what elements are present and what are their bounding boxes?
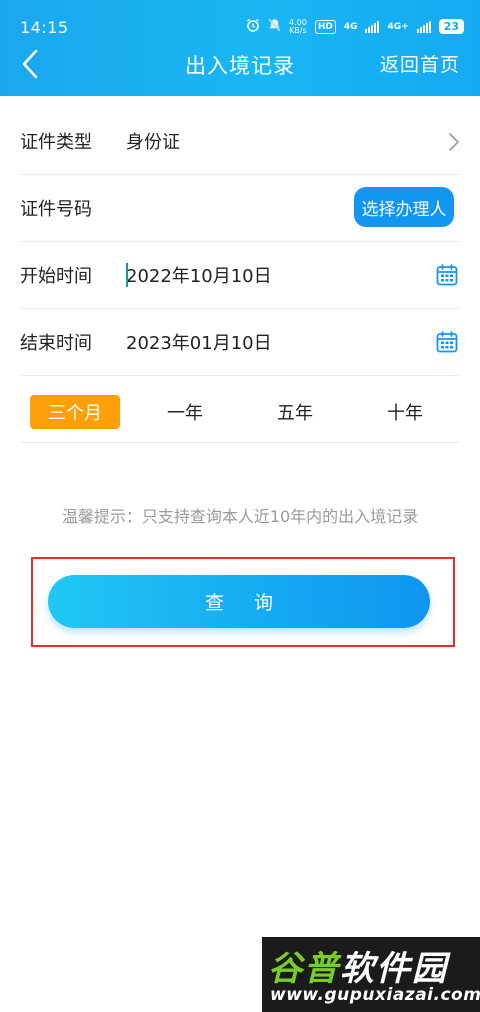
period-5-years-button[interactable]: 五年 [250,395,340,429]
calendar-icon[interactable] [436,331,458,353]
watermark-brand-part1: 谷普 [268,949,340,989]
doc-type-label: 证件类型 [20,132,92,153]
start-time-row[interactable]: 开始时间 2022年10月10日 [20,242,460,309]
watermark-url: www.gupuxiazai.com [270,985,480,1005]
watermark-brand: 谷普软件园 [268,941,448,990]
hd-badge: HD [314,19,336,34]
start-time-label: 开始时间 [20,266,92,287]
end-time-row[interactable]: 结束时间 2023年01月10日 [20,309,460,376]
end-time-value[interactable]: 2023年01月10日 [126,329,460,355]
period-10-years-button[interactable]: 十年 [360,395,450,429]
query-button[interactable]: 查 询 [48,575,430,628]
app-header: 14:15 4.00 KB/s HD 4G 4G+ 23 出入境记录 返回首页 [0,0,480,96]
network-label-1: 4G [343,21,358,32]
battery-indicator: 23 [438,19,464,34]
text-cursor [126,262,128,287]
net-speed-unit: KB/s [289,25,307,35]
doc-type-row[interactable]: 证件类型 身份证 [20,108,460,175]
tip-text: 温馨提示：只支持查询本人近10年内的出入境记录 [61,507,419,526]
watermark-brand-part2: 软件园 [340,949,448,989]
watermark-logo: 谷普软件园 www.gupuxiazai.com [262,937,480,1012]
signal-icon-2 [416,20,431,33]
network-label-2: 4G+ [387,21,409,32]
chevron-right-icon [448,132,460,156]
doc-type-value[interactable]: 身份证 [126,128,460,154]
status-bar: 14:15 4.00 KB/s HD 4G 4G+ 23 [0,0,480,40]
period-1-year-button[interactable]: 一年 [140,395,230,429]
status-time: 14:15 [20,18,69,37]
net-speed: 4.00 KB/s [289,18,307,35]
signal-icon-1 [365,20,380,33]
mute-bell-icon [268,18,281,35]
end-time-label: 结束时间 [20,333,92,354]
start-time-value: 2022年10月10日 [126,265,272,287]
start-time-field[interactable]: 2022年10月10日 [126,262,460,289]
doc-number-row: 证件号码 选择办理人 [20,175,460,242]
period-3-months-button[interactable]: 三个月 [30,395,120,429]
alarm-icon [246,18,260,35]
calendar-icon[interactable] [436,264,458,286]
query-form: 证件类型 身份证 证件号码 选择办理人 开始时间 2022年10月10日 结束时… [20,108,460,443]
select-applicant-button[interactable]: 选择办理人 [354,187,454,227]
period-selector: 三个月 一年 五年 十年 [20,376,460,443]
status-icons: 4.00 KB/s HD 4G 4G+ 23 [246,18,464,35]
doc-number-label: 证件号码 [20,199,92,220]
home-link[interactable]: 返回首页 [380,50,460,77]
